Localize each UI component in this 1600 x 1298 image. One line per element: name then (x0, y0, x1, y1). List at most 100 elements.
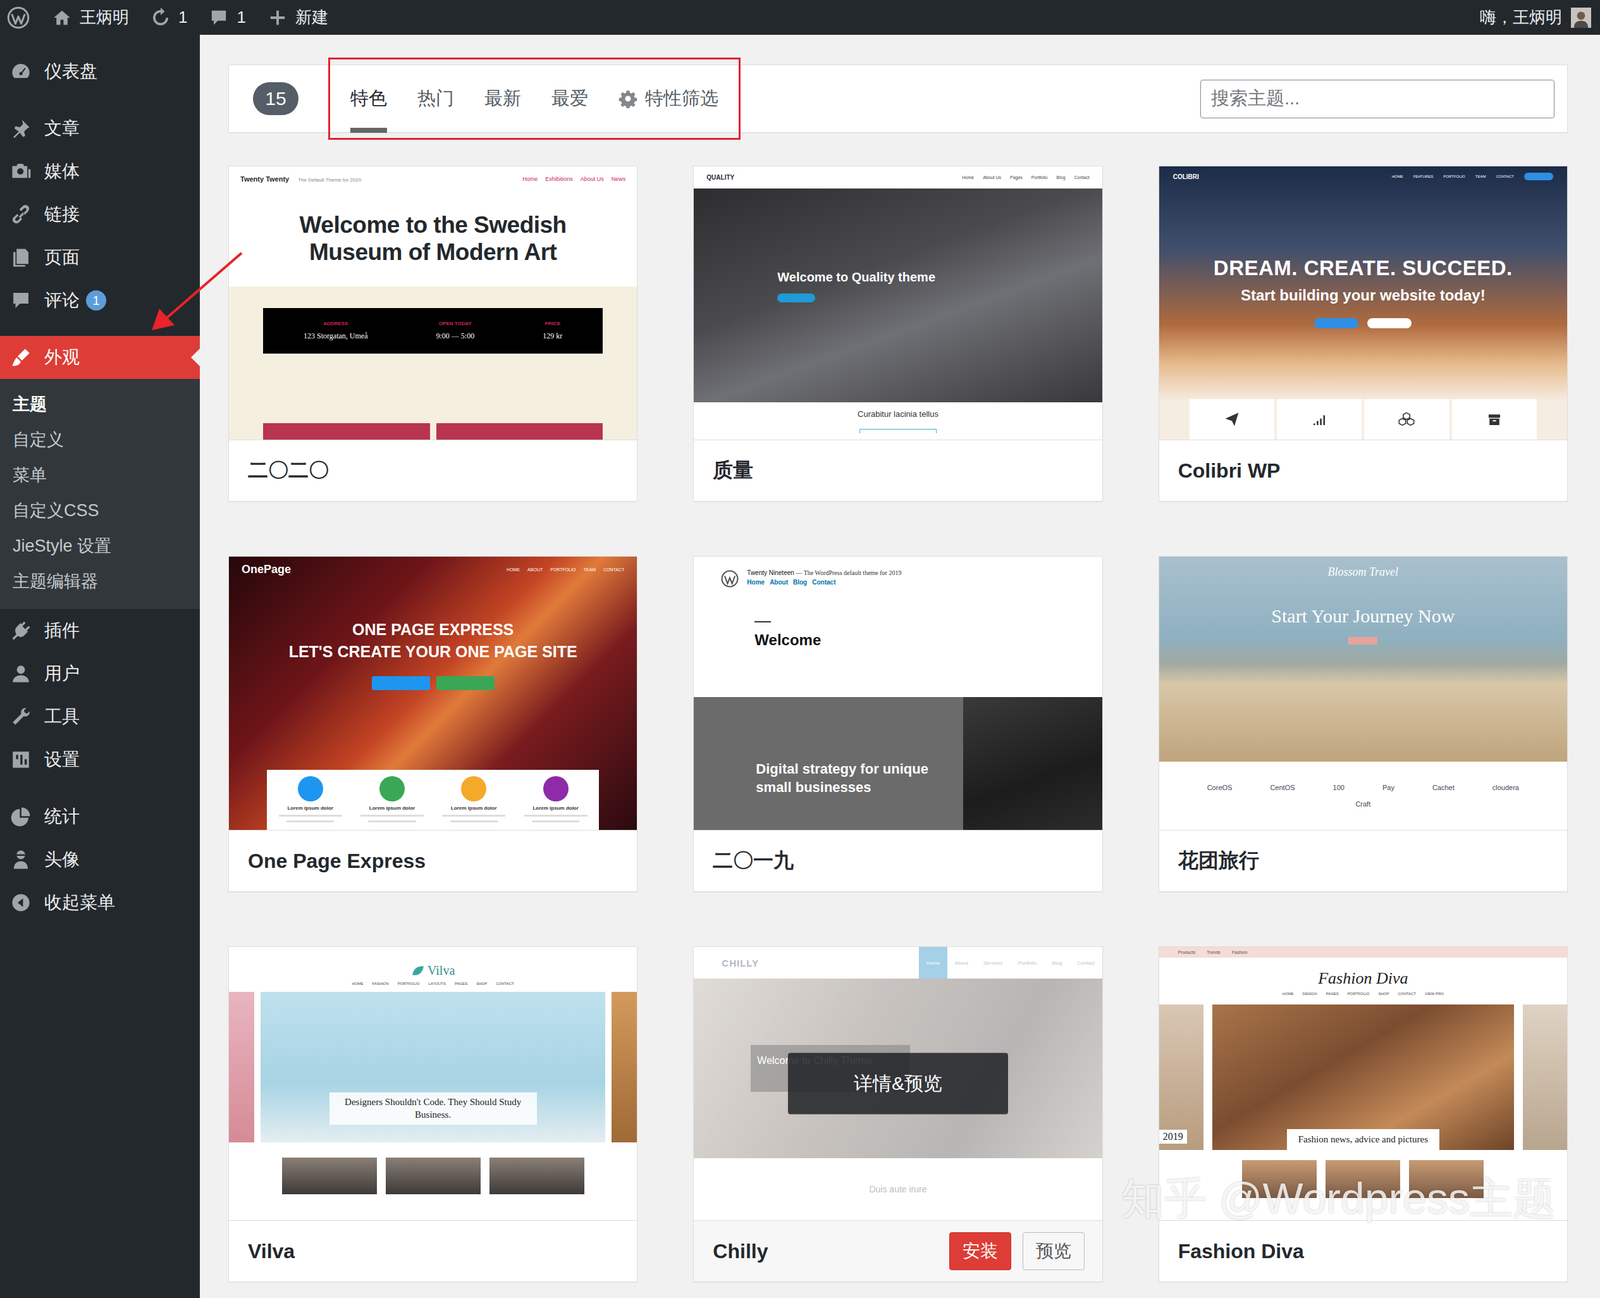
theme-screenshot[interactable]: OnePageHOMEABOUTPORTFOLIOTEAMCONTACTONE … (228, 556, 637, 830)
filter-tab[interactable]: 最爱 (551, 64, 589, 133)
tools-icon (10, 705, 32, 728)
watermark: 知乎 @Wordpress主题 (1121, 1169, 1556, 1228)
feature-item: Lorem ipsum dolor (516, 775, 596, 823)
brush-icon (10, 346, 32, 369)
theme-card[interactable]: ProductsTrendsFashionFashion DivaHOMEDES… (1158, 946, 1568, 1282)
theme-screenshot[interactable]: Blossom TravelStart Your Journey NowCore… (1159, 556, 1568, 830)
gear-icon (618, 89, 638, 109)
media-icon (10, 160, 32, 183)
sidebar-item[interactable]: 工具 (0, 695, 200, 739)
submenu-item[interactable]: 菜单 (0, 457, 200, 493)
feature-item: Lorem ipsum dolor (270, 775, 350, 823)
sidebar-item[interactable]: 仪表盘 (0, 49, 200, 93)
sidebar-item[interactable]: 用户 (0, 652, 200, 696)
theme-name-bar: Colibri WP (1159, 439, 1568, 501)
sidebar-item[interactable]: 链接 (0, 192, 200, 236)
admin-bar: 王炳明 11 新建 嗨，王炳明 (0, 0, 1600, 35)
sidebar-item[interactable]: 收起菜单 (0, 880, 200, 924)
plus-icon (267, 7, 288, 28)
page-icon (10, 246, 32, 269)
theme-screenshot[interactable]: CHILLYHomeAboutServicesPortfolioBlogCont… (693, 946, 1102, 1220)
sidebar-item[interactable]: 插件 (0, 609, 200, 653)
theme-card[interactable]: Twenty TwentyThe Default Theme for 2020H… (228, 165, 638, 502)
theme-screenshot[interactable]: Twenty TwentyThe Default Theme for 2020H… (228, 166, 637, 440)
pin-icon (10, 117, 32, 140)
theme-name: Vilva (247, 1239, 295, 1263)
submenu-item[interactable]: 自定义CSS (0, 492, 200, 529)
account-menu[interactable]: 嗨，王炳明 (1479, 6, 1592, 29)
action-button[interactable]: 安装 (949, 1231, 1012, 1270)
updates-link[interactable]: 1 (150, 7, 188, 28)
theme-name: Fashion Diva (1178, 1239, 1305, 1263)
collapse-icon (10, 891, 32, 914)
theme-card[interactable]: CHILLYHomeAboutServicesPortfolioBlogCont… (693, 946, 1103, 1282)
theme-name: 二〇二〇 (247, 456, 329, 485)
theme-card[interactable]: OnePageHOMEABOUTPORTFOLIOTEAMCONTACTONE … (228, 555, 638, 892)
wordpress-admin: 王炳明11新建嗨，王炳明仪表盘文章媒体链接页面评论1外观主题自定义菜单自定义CS… (0, 0, 1600, 1298)
feature-item: Lorem ipsum dolor (434, 775, 514, 823)
theme-name: Colibri WP (1178, 459, 1281, 483)
filter-tab[interactable]: 特性筛选 (618, 64, 719, 133)
send-icon (1223, 411, 1241, 428)
sidebar-item[interactable]: 页面 (0, 235, 200, 279)
theme-card[interactable]: Twenty Nineteen — The WordPress default … (693, 555, 1103, 892)
sidebar-item[interactable]: 外观 (0, 335, 200, 379)
dashboard-icon (10, 60, 32, 83)
theme-name-bar: 二〇二〇 (228, 439, 637, 501)
avatar-icon (1570, 7, 1592, 28)
settings-icon (10, 748, 32, 771)
sidebar-item[interactable]: 媒体 (0, 149, 200, 193)
themes-main: 15特色热门最新最爱特性筛选搜索主题...Twenty TwentyThe De… (199, 34, 1600, 1298)
details-preview-button[interactable]: 详情&预览 (787, 1052, 1009, 1115)
theme-name: 花团旅行 (1178, 846, 1260, 875)
refresh-icon (150, 7, 171, 28)
filter-tab[interactable]: 特色 (350, 64, 388, 133)
submenu-item[interactable]: 主题编辑器 (0, 563, 200, 599)
theme-name-bar: 质量 (693, 439, 1102, 501)
theme-card[interactable]: COLIBRIHOMEFEATURESPORTFOLIOTEAMCONTACTD… (1158, 165, 1568, 502)
users-icon (10, 662, 32, 685)
avatar-icon (10, 848, 32, 871)
theme-name-bar: 花团旅行 (1159, 829, 1568, 892)
action-button[interactable]: 预览 (1022, 1231, 1085, 1270)
new-content-link[interactable]: 新建 (267, 6, 329, 29)
comment-icon (208, 7, 229, 28)
sidebar-item[interactable]: 文章 (0, 106, 200, 150)
theme-name: One Page Express (247, 849, 426, 873)
home-icon (51, 7, 73, 28)
sidebar-item[interactable]: 头像 (0, 837, 200, 881)
filter-tab[interactable]: 热门 (417, 64, 455, 133)
theme-name-bar: Fashion Diva (1159, 1219, 1568, 1282)
leaf-icon (411, 963, 425, 978)
theme-name-bar: Vilva (228, 1219, 637, 1282)
wordpress-logo-icon[interactable] (6, 5, 31, 30)
theme-name: 质量 (712, 456, 754, 485)
sidebar-item[interactable]: 统计 (0, 794, 200, 838)
theme-screenshot[interactable]: COLIBRIHOMEFEATURESPORTFOLIOTEAMCONTACTD… (1159, 166, 1568, 440)
search-input[interactable]: 搜索主题... (1200, 79, 1555, 119)
theme-name: Chilly (712, 1239, 768, 1263)
cubes-icon (1398, 411, 1415, 428)
wordpress-logo-icon (720, 569, 740, 589)
theme-screenshot[interactable]: Twenty Nineteen — The WordPress default … (693, 556, 1102, 830)
archive-icon (1486, 411, 1503, 428)
tab-group: 特色热门最新最爱特性筛选 (335, 64, 734, 133)
comment-icon (10, 289, 32, 312)
theme-card[interactable]: VilvaHOMEFASHIONPORTFOLIOLAYOUTSPAGESSHO… (228, 946, 638, 1282)
filter-bar: 15特色热门最新最爱特性筛选搜索主题... (228, 64, 1568, 133)
submenu-item[interactable]: 自定义 (0, 421, 200, 458)
annotation-arrow-icon (146, 247, 248, 337)
theme-card[interactable]: QUALITYHomeAbout UsPagesPortfolioBlogCon… (693, 165, 1103, 502)
submenu-item[interactable]: JieStyle 设置 (0, 528, 200, 564)
comments-link[interactable]: 1 (208, 7, 246, 28)
signal-icon (1310, 411, 1328, 428)
theme-name-bar: 二〇一九 (693, 829, 1102, 892)
plugin-icon (10, 619, 32, 642)
theme-screenshot[interactable]: QUALITYHomeAbout UsPagesPortfolioBlogCon… (693, 166, 1102, 440)
filter-tab[interactable]: 最新 (484, 64, 522, 133)
sidebar-item[interactable]: 设置 (0, 738, 200, 782)
theme-card[interactable]: Blossom TravelStart Your Journey NowCore… (1158, 555, 1568, 892)
site-link[interactable]: 王炳明 (51, 6, 130, 29)
theme-screenshot[interactable]: VilvaHOMEFASHIONPORTFOLIOLAYOUTSPAGESSHO… (228, 946, 637, 1220)
submenu-item[interactable]: 主题 (0, 386, 200, 422)
